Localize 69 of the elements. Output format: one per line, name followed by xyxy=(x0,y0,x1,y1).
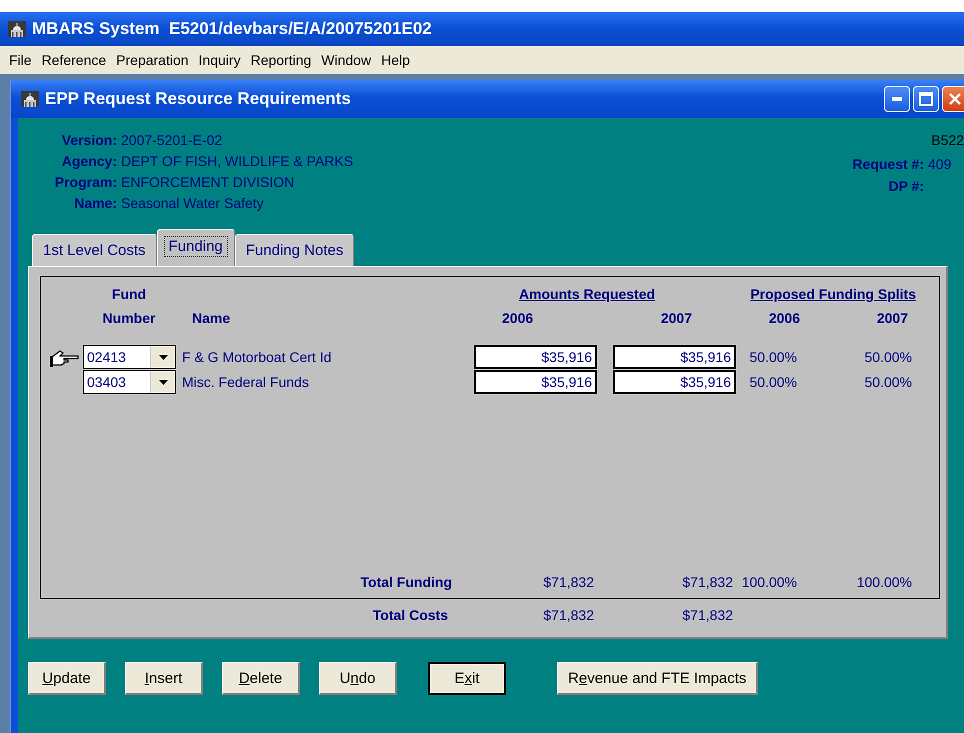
close-button[interactable] xyxy=(942,86,964,112)
tab[interactable]: 1st Level Costs xyxy=(32,234,157,266)
fund-dropdown[interactable]: 02413 xyxy=(83,345,176,369)
maximize-button[interactable] xyxy=(913,86,939,112)
menu-item[interactable]: Reference xyxy=(36,52,112,68)
menu-item[interactable]: Window xyxy=(316,52,376,68)
amount-field[interactable]: $35,916 xyxy=(474,345,597,369)
field-value: 2007-5201-E-02 xyxy=(121,132,224,148)
dome-icon xyxy=(21,91,39,107)
form-code: B522 xyxy=(931,132,964,148)
tab[interactable]: Funding xyxy=(156,229,235,266)
menu-item[interactable]: Preparation xyxy=(111,52,194,68)
action-button[interactable]: Undo xyxy=(319,662,397,695)
total-label: Total Costs xyxy=(372,607,449,623)
minimize-button[interactable] xyxy=(884,86,910,112)
column-header: Fund xyxy=(110,285,148,304)
window-title: EPP Request Resource Requirements xyxy=(45,89,351,109)
amount-field[interactable]: $35,916 xyxy=(613,345,736,369)
total-value: $71,832 xyxy=(681,607,734,623)
action-button[interactable]: Exit xyxy=(428,662,506,695)
dropdown-arrow-icon[interactable] xyxy=(158,354,168,360)
field-value: DEPT OF FISH, WILDLIFE & PARKS xyxy=(121,153,354,169)
field-label: Program: xyxy=(54,174,117,190)
field-label: Version: xyxy=(60,132,117,148)
field-label: DP #: xyxy=(888,178,924,194)
column-header: 2006 xyxy=(768,309,801,328)
close-icon xyxy=(948,92,962,106)
action-button[interactable]: Update xyxy=(28,662,106,695)
column-header: 2006 xyxy=(501,309,534,328)
field-label: Request #: xyxy=(852,156,924,172)
total-value: $71,832 xyxy=(542,607,595,623)
column-header: Number xyxy=(102,309,156,328)
field-value: Seasonal Water Safety xyxy=(121,195,265,211)
total-value: 100.00% xyxy=(740,574,798,590)
table-cell-text: Misc. Federal Funds xyxy=(181,374,310,390)
table-cell-text: 50.00% xyxy=(864,374,913,390)
total-value: 100.00% xyxy=(856,574,913,590)
column-header: 2007 xyxy=(660,309,693,328)
tab[interactable]: Funding Notes xyxy=(234,234,354,266)
menu-item[interactable]: File xyxy=(4,52,37,68)
field-value: ENFORCEMENT DIVISION xyxy=(121,174,296,190)
menu-item[interactable]: Inquiry xyxy=(194,52,246,68)
dropdown-arrow-icon[interactable] xyxy=(158,380,168,384)
total-label: Total Funding xyxy=(360,574,453,590)
fund-dropdown[interactable]: 03403 xyxy=(83,370,176,394)
field-label: Name: xyxy=(73,195,117,211)
column-header: Name xyxy=(191,309,232,328)
action-button[interactable]: Delete xyxy=(222,662,300,695)
minimize-icon xyxy=(892,97,902,101)
table-cell-text: 50.00% xyxy=(864,349,913,365)
menu-item[interactable]: Reporting xyxy=(246,52,316,68)
amount-field[interactable]: $35,916 xyxy=(613,370,736,394)
table-cell-text: 50.00% xyxy=(748,349,798,365)
column-header: Amounts Requested xyxy=(518,285,656,304)
field-label: Agency: xyxy=(60,153,117,169)
action-button[interactable]: Insert xyxy=(125,662,203,695)
column-header: 2007 xyxy=(876,309,909,328)
table-cell-text: F & G Motorboat Cert Id xyxy=(181,349,332,365)
table-cell-text: 50.00% xyxy=(748,374,798,390)
total-value: $71,832 xyxy=(681,574,734,590)
total-value: $71,832 xyxy=(542,574,595,590)
dome-icon xyxy=(8,21,26,37)
amount-field[interactable]: $35,916 xyxy=(474,370,597,394)
maximize-icon xyxy=(919,92,933,106)
menu-item[interactable]: Help xyxy=(376,52,415,68)
column-header: Proposed Funding Splits xyxy=(750,285,916,304)
action-button[interactable]: Revenue and FTE Impacts xyxy=(557,662,758,695)
window-title: MBARS System E5201/devbars/E/A/20075201E02 xyxy=(32,19,432,39)
field-value: 409 xyxy=(928,156,952,172)
